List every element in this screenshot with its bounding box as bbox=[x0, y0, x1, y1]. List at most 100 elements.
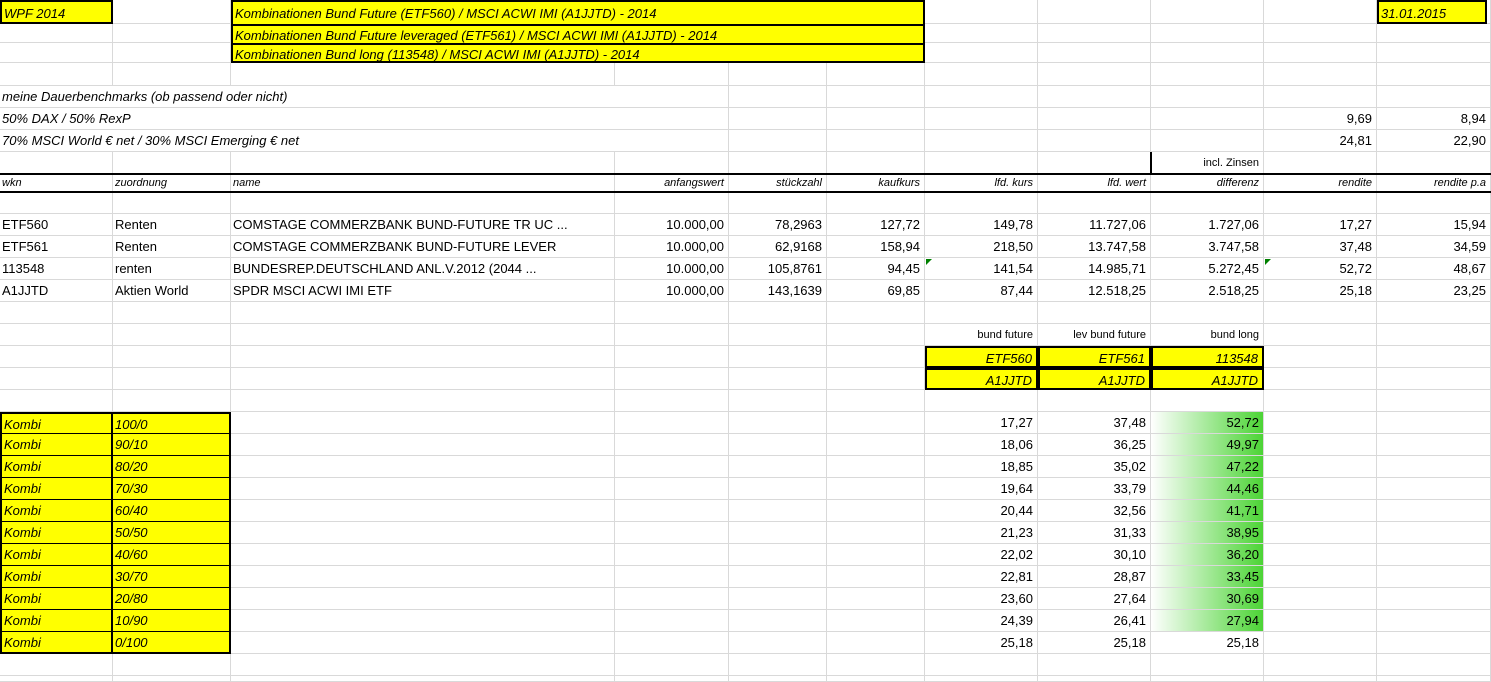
empty-cell[interactable] bbox=[1038, 152, 1151, 174]
empty-cell[interactable] bbox=[1377, 478, 1491, 500]
kombi-bottom-code-0[interactable]: A1JJTD bbox=[925, 368, 1038, 390]
empty-cell[interactable] bbox=[1264, 456, 1377, 478]
kombi-bund-future[interactable]: 23,60 bbox=[925, 588, 1038, 610]
empty-cell[interactable] bbox=[925, 654, 1038, 676]
empty-cell[interactable] bbox=[231, 152, 615, 174]
table-cell-wkn[interactable]: A1JJTD bbox=[0, 280, 113, 302]
kombi-bund-long[interactable]: 38,95 bbox=[1151, 522, 1264, 544]
kombi-bund-long[interactable]: 47,22 bbox=[1151, 456, 1264, 478]
incl-zinsen-note[interactable]: incl. Zinsen bbox=[1151, 152, 1264, 174]
empty-cell[interactable] bbox=[0, 63, 113, 86]
empty-cell[interactable] bbox=[827, 500, 925, 522]
empty-cell[interactable] bbox=[729, 368, 827, 390]
empty-cell[interactable] bbox=[1377, 192, 1491, 214]
empty-cell[interactable] bbox=[925, 676, 1038, 682]
empty-cell[interactable] bbox=[827, 522, 925, 544]
empty-cell[interactable] bbox=[615, 654, 729, 676]
column-header-7[interactable]: lfd. wert bbox=[1038, 174, 1151, 192]
empty-cell[interactable] bbox=[615, 566, 729, 588]
empty-cell[interactable] bbox=[1038, 86, 1151, 108]
empty-cell[interactable] bbox=[231, 434, 615, 456]
empty-cell[interactable] bbox=[729, 500, 827, 522]
empty-cell[interactable] bbox=[1377, 302, 1491, 324]
table-cell-zuordnung[interactable]: Aktien World bbox=[113, 280, 231, 302]
empty-cell[interactable] bbox=[925, 108, 1038, 130]
empty-cell[interactable] bbox=[1377, 43, 1491, 63]
empty-cell[interactable] bbox=[113, 368, 231, 390]
empty-cell[interactable] bbox=[0, 192, 113, 214]
empty-cell[interactable] bbox=[113, 390, 231, 412]
empty-cell[interactable] bbox=[1151, 86, 1264, 108]
kombi-label[interactable]: Kombi bbox=[0, 522, 113, 544]
empty-cell[interactable] bbox=[231, 324, 615, 346]
empty-cell[interactable] bbox=[827, 478, 925, 500]
empty-cell[interactable] bbox=[615, 478, 729, 500]
table-cell-lfd--wert[interactable]: 12.518,25 bbox=[1038, 280, 1151, 302]
empty-cell[interactable] bbox=[827, 390, 925, 412]
empty-cell[interactable] bbox=[925, 390, 1038, 412]
table-cell-rendite-p-a[interactable]: 48,67 bbox=[1377, 258, 1491, 280]
empty-cell[interactable] bbox=[729, 610, 827, 632]
table-cell-kaufkurs[interactable]: 158,94 bbox=[827, 236, 925, 258]
empty-cell[interactable] bbox=[1377, 434, 1491, 456]
empty-cell[interactable] bbox=[1264, 152, 1377, 174]
empty-cell[interactable] bbox=[231, 654, 615, 676]
empty-cell[interactable] bbox=[827, 434, 925, 456]
empty-cell[interactable] bbox=[1264, 434, 1377, 456]
empty-cell[interactable] bbox=[615, 152, 729, 174]
kombi-header-0[interactable]: bund future bbox=[925, 324, 1038, 346]
empty-cell[interactable] bbox=[231, 346, 615, 368]
empty-cell[interactable] bbox=[1377, 346, 1491, 368]
column-header-5[interactable]: kaufkurs bbox=[827, 174, 925, 192]
kombi-bund-long[interactable]: 52,72 bbox=[1151, 412, 1264, 434]
kombi-bund-future[interactable]: 21,23 bbox=[925, 522, 1038, 544]
kombi-mix[interactable]: 100/0 bbox=[113, 412, 231, 434]
empty-cell[interactable] bbox=[729, 192, 827, 214]
empty-cell[interactable] bbox=[1264, 544, 1377, 566]
table-cell-rendite-p-a[interactable]: 23,25 bbox=[1377, 280, 1491, 302]
empty-cell[interactable] bbox=[0, 654, 113, 676]
empty-cell[interactable] bbox=[925, 152, 1038, 174]
empty-cell[interactable] bbox=[1151, 43, 1264, 63]
empty-cell[interactable] bbox=[1264, 368, 1377, 390]
empty-cell[interactable] bbox=[925, 0, 1038, 24]
empty-cell[interactable] bbox=[113, 324, 231, 346]
empty-cell[interactable] bbox=[113, 192, 231, 214]
benchmarks-title[interactable]: meine Dauerbenchmarks (ob passend oder n… bbox=[0, 86, 729, 108]
empty-cell[interactable] bbox=[1377, 610, 1491, 632]
kombi-mix[interactable]: 90/10 bbox=[113, 434, 231, 456]
empty-cell[interactable] bbox=[1264, 412, 1377, 434]
empty-cell[interactable] bbox=[615, 588, 729, 610]
empty-cell[interactable] bbox=[1151, 302, 1264, 324]
empty-cell[interactable] bbox=[1038, 43, 1151, 63]
empty-cell[interactable] bbox=[1264, 346, 1377, 368]
empty-cell[interactable] bbox=[827, 63, 925, 86]
empty-cell[interactable] bbox=[1038, 108, 1151, 130]
table-cell-st-ckzahl[interactable]: 78,2963 bbox=[729, 214, 827, 236]
table-cell-anfangswert[interactable]: 10.000,00 bbox=[615, 236, 729, 258]
empty-cell[interactable] bbox=[1264, 0, 1377, 24]
table-cell-lfd--kurs[interactable]: 87,44 bbox=[925, 280, 1038, 302]
table-cell-differenz[interactable]: 3.747,58 bbox=[1151, 236, 1264, 258]
empty-cell[interactable] bbox=[1264, 588, 1377, 610]
column-header-10[interactable]: rendite p.a bbox=[1377, 174, 1491, 192]
empty-cell[interactable] bbox=[231, 632, 615, 654]
empty-cell[interactable] bbox=[729, 478, 827, 500]
empty-cell[interactable] bbox=[615, 544, 729, 566]
empty-cell[interactable] bbox=[1377, 368, 1491, 390]
empty-cell[interactable] bbox=[827, 130, 925, 152]
empty-cell[interactable] bbox=[729, 588, 827, 610]
table-cell-wkn[interactable]: ETF561 bbox=[0, 236, 113, 258]
kombi-top-code-0[interactable]: ETF560 bbox=[925, 346, 1038, 368]
empty-cell[interactable] bbox=[615, 676, 729, 682]
table-cell-st-ckzahl[interactable]: 143,1639 bbox=[729, 280, 827, 302]
empty-cell[interactable] bbox=[0, 676, 113, 682]
kombi-mix[interactable]: 80/20 bbox=[113, 456, 231, 478]
empty-cell[interactable] bbox=[113, 24, 231, 43]
kombi-label[interactable]: Kombi bbox=[0, 566, 113, 588]
table-cell-kaufkurs[interactable]: 69,85 bbox=[827, 280, 925, 302]
empty-cell[interactable] bbox=[729, 676, 827, 682]
empty-cell[interactable] bbox=[1377, 412, 1491, 434]
empty-cell[interactable] bbox=[0, 24, 113, 43]
empty-cell[interactable] bbox=[925, 192, 1038, 214]
